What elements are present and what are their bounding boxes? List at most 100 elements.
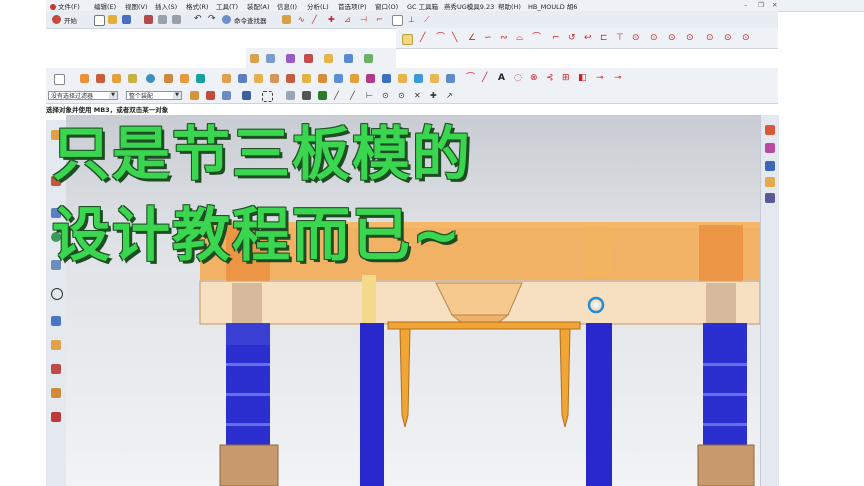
snap-intersection-icon[interactable] (304, 54, 313, 63)
wrap-icon[interactable]: ⊞ (562, 74, 571, 83)
snap-quadrant-icon[interactable] (344, 54, 353, 63)
menu-file[interactable]: 文件(F) (50, 1, 80, 11)
extrude-icon[interactable] (80, 74, 89, 83)
snap-control-icon[interactable] (286, 54, 295, 63)
corner-icon[interactable]: ↺ (568, 34, 577, 43)
boss-icon[interactable] (128, 74, 137, 83)
pattern-icon[interactable] (366, 74, 375, 83)
arrow-snap-icon[interactable]: ↗ (446, 91, 455, 100)
angle-icon[interactable]: ∠ (468, 34, 477, 43)
save-icon[interactable] (122, 15, 131, 24)
snap-endpoint-icon[interactable] (250, 54, 259, 63)
line-tool-icon[interactable]: ╱ (420, 34, 429, 43)
menu-assembly[interactable]: 装配(A) (247, 1, 270, 11)
datum-icon[interactable]: ⊣ (360, 15, 369, 24)
mold-base-icon[interactable] (765, 161, 775, 171)
document-icon[interactable] (392, 15, 403, 26)
menu-info[interactable]: 信息(I) (277, 1, 297, 11)
restore-button[interactable]: ❐ (758, 1, 764, 9)
arc-icon[interactable]: ⌒ (532, 34, 541, 43)
edge-blend-icon[interactable] (302, 74, 311, 83)
text-icon[interactable]: A (498, 74, 507, 83)
redo-icon[interactable]: ↷ (208, 15, 217, 24)
draft-icon[interactable] (350, 74, 359, 83)
mirror-icon[interactable] (382, 74, 391, 83)
menu-window[interactable]: 窗口(O) (375, 1, 398, 11)
circle-tangent-icon[interactable]: ⊙ (706, 34, 715, 43)
trim-body-icon[interactable] (270, 74, 279, 83)
polygon-icon[interactable]: ╱ (482, 74, 491, 83)
cylinder-icon[interactable] (180, 74, 189, 83)
snap-toggle-icon[interactable] (302, 91, 311, 100)
ejector-icon[interactable] (765, 193, 775, 203)
subtract-icon[interactable] (238, 74, 247, 83)
unite-icon[interactable] (222, 74, 231, 83)
menu-preferences[interactable]: 首选项(P) (338, 1, 367, 11)
circle-3pt-icon[interactable]: ⊙ (686, 34, 695, 43)
close-button[interactable]: ✕ (772, 1, 777, 9)
plus-snap-icon[interactable]: ✚ (430, 91, 439, 100)
polyline-icon[interactable]: ⌒ (436, 34, 445, 43)
trim-sheet-icon[interactable] (446, 74, 455, 83)
roles-icon[interactable] (51, 364, 61, 374)
hole-icon[interactable] (112, 74, 121, 83)
snap-point-icon[interactable] (402, 34, 413, 45)
new-icon[interactable] (94, 15, 105, 26)
menu-edit[interactable]: 编辑(E) (94, 1, 116, 11)
sphere-icon[interactable] (146, 74, 155, 83)
process-studio-icon[interactable] (51, 340, 61, 350)
system-scene-icon[interactable] (51, 388, 61, 398)
extend-icon[interactable]: ⊥ (408, 15, 417, 24)
section-curve-icon[interactable]: ◧ (578, 74, 587, 83)
undo-icon[interactable]: ↶ (194, 15, 203, 24)
box-select-icon[interactable] (262, 91, 273, 102)
system-materials-icon[interactable] (51, 316, 61, 326)
view-select-icon[interactable] (286, 91, 295, 100)
menu-view[interactable]: 视图(V) (125, 1, 148, 11)
center-snap-icon[interactable]: ⊙ (382, 91, 391, 100)
midpoint-snap-icon[interactable]: ⊢ (366, 91, 375, 100)
cone-icon[interactable] (196, 74, 205, 83)
standard-parts-icon[interactable] (765, 177, 775, 187)
project-icon[interactable]: ◌ (514, 74, 523, 83)
intersect-icon[interactable] (254, 74, 263, 83)
history-icon[interactable] (51, 288, 63, 300)
cut-icon[interactable] (144, 15, 153, 24)
copy-icon[interactable] (158, 15, 167, 24)
endpoint-snap-icon[interactable]: ╱ (350, 91, 359, 100)
command-finder-button[interactable]: 命令查找器 (234, 15, 267, 25)
spline-icon[interactable]: ∽ (484, 34, 493, 43)
chamfer-edge-icon[interactable] (318, 74, 327, 83)
revolve-icon[interactable] (96, 74, 105, 83)
extract-curve-icon[interactable]: ⊸ (596, 74, 605, 83)
menu-hb-mould[interactable]: HB_MOULD 胡6 (528, 1, 577, 11)
curve-icon[interactable]: ∿ (298, 15, 307, 24)
split-body-icon[interactable] (286, 74, 295, 83)
thicken-icon[interactable] (430, 74, 439, 83)
type-filter-dropdown[interactable]: 没有选择过滤器 ▼ (48, 91, 118, 100)
hook-icon[interactable]: ↩ (584, 34, 593, 43)
paste-icon[interactable] (172, 15, 181, 24)
offset-icon[interactable]: ⟋ (424, 15, 433, 24)
block-icon[interactable] (164, 74, 173, 83)
select-all-icon[interactable] (206, 91, 215, 100)
menu-yanxiu[interactable]: 燕秀UG模具9.23 (444, 1, 494, 11)
circle-radius-icon[interactable]: ⊙ (724, 34, 733, 43)
scope-dropdown[interactable]: 整个装配 ▼ (126, 91, 182, 100)
sketch-icon[interactable] (282, 15, 291, 24)
sew-icon[interactable] (414, 74, 423, 83)
join-icon[interactable]: ⊰ (546, 74, 555, 83)
quadrant-snap-icon[interactable]: ⊙ (398, 91, 407, 100)
cross-snap-icon[interactable]: ✕ (414, 91, 423, 100)
circle-2pt-icon[interactable]: ⊙ (668, 34, 677, 43)
menu-format[interactable]: 格式(R) (186, 1, 209, 11)
grid-snap-icon[interactable] (318, 91, 327, 100)
intersect-curve-icon[interactable]: ⊸ (614, 74, 623, 83)
tee-icon[interactable]: ⊤ (616, 34, 625, 43)
arc-curve-icon[interactable]: ⌒ (466, 74, 475, 83)
conic-icon[interactable]: ⌓ (516, 34, 525, 43)
rect-select-icon[interactable] (242, 91, 251, 100)
bridge-icon[interactable]: ⊗ (530, 74, 539, 83)
line-icon[interactable]: ╱ (312, 15, 321, 24)
start-button[interactable]: 开始 (64, 15, 77, 25)
